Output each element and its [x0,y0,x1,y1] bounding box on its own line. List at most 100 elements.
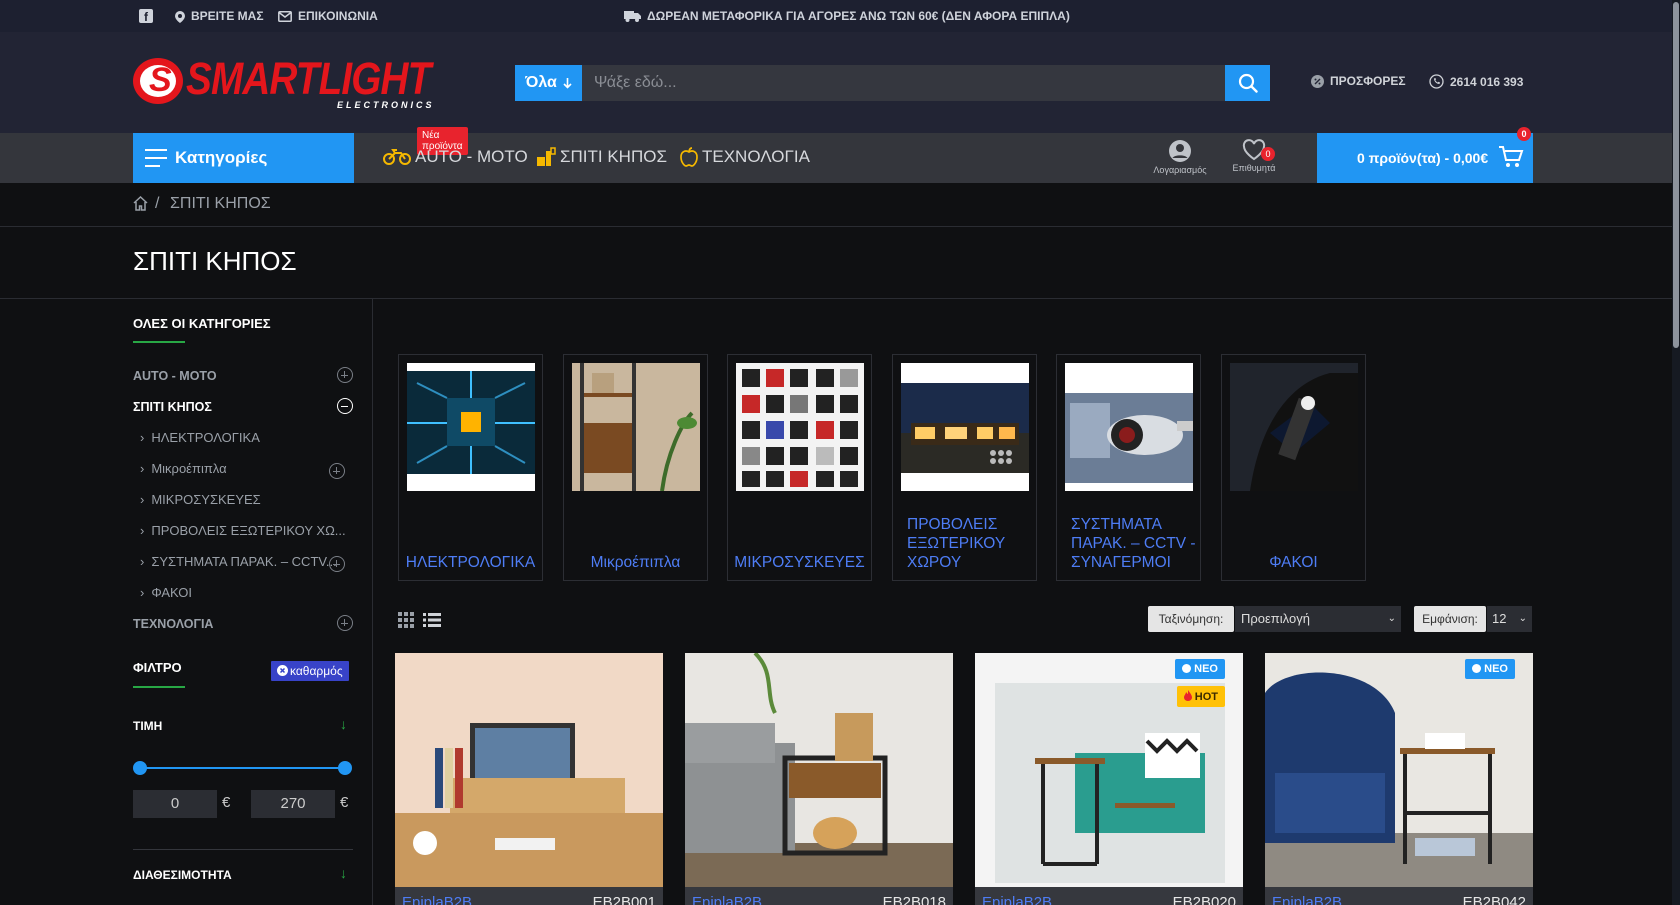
category-card-flashlights[interactable]: ΦΑΚΟΙ [1221,354,1366,581]
product-brand[interactable]: EpiplaB2B [1272,894,1342,905]
all-categories-heading: ΟΛΕΣ ΟΙ ΚΑΤΗΓΟΡΙΕΣ [133,316,271,331]
sidebar-sub-flashlights[interactable]: › ΦΑΚΟΙ [140,585,345,600]
list-view-icon[interactable] [423,612,441,628]
sidebar-item-technology[interactable]: ΤΕΧΝΟΛΟΓΙΑ [133,615,353,631]
envelope-icon [278,11,292,23]
nav-item-technology[interactable]: ΤΕΧΝΟΛΟΓΙΑ [680,147,810,167]
sidebar-sub-label: ΠΡΟΒΟΛΕΙΣ ΕΞΩΤΕΡΙΚΟΥ ΧΩ... [151,523,345,538]
category-label: ΣΥΣΤΗΜΑΤΑ ΠΑΡΑΚ. – CCTV - ΣΥΝΑΓΕΡΜΟΙ [1071,516,1196,571]
category-card-appliances[interactable]: ΜΙΚΡΟΣΥΣΚΕΥΕΣ [727,354,872,581]
product-card[interactable]: EpiplaB2B EB2B001 [395,653,663,905]
expand-icon[interactable] [337,615,353,631]
flame-icon [1183,690,1192,701]
product-footer: EpiplaB2B EB2B001 [395,887,663,905]
categories-label: Κατηγορίες [175,148,268,167]
nav-item-label: ΤΕΧΝΟΛΟΓΙΑ [702,147,810,166]
category-card-outdoor-lights[interactable]: ΠΡΟΒΟΛΕΙΣ ΕΞΩΤΕΡΙΚΟΥ ΧΩΡΟΥ [892,354,1037,581]
sidebar-sub-outdoor-lights[interactable]: › ΠΡΟΒΟΛΕΙΣ ΕΞΩΤΕΡΙΚΟΥ ΧΩ... [140,523,345,538]
truck-icon [624,11,641,23]
offers-link[interactable]: ΠΡΟΣΦΟΡΕΣ [1311,74,1406,88]
collapse-icon[interactable] [337,398,353,414]
sidebar-sub-label: ΜΙΚΡΟΣΥΣΚΕΥΕΣ [151,492,261,507]
nav-item-auto-moto[interactable]: AUTO - MOTO [383,147,528,167]
price-min-handle[interactable] [133,761,147,775]
sidebar-item-auto-moto[interactable]: AUTO - MOTO [133,367,353,383]
product-sku: EB2B042 [1462,894,1526,905]
product-card[interactable]: ΝΕΟ EpiplaB2B EB2B042 [1265,653,1533,905]
smartlight-logo[interactable]: SMARTLIGHT ELECTRONICS [133,53,443,116]
search-button[interactable] [1225,65,1270,101]
account-link[interactable]: Λογαριασμός [1145,139,1215,175]
logo-subtext: ELECTRONICS [337,100,435,110]
top-bar: ΒΡΕΙΤΕ ΜΑΣ ΕΠΙΚΟΙΝΩΝΙΑ ΔΩΡΕΑΝ ΜΕΤΑΦΟΡΙΚΑ… [0,0,1672,32]
sort-label: Ταξινόμηση: [1148,606,1234,632]
sort-select[interactable]: Προεπιλογή ⌄ [1235,606,1401,632]
show-count-select[interactable]: 12 ⌄ [1487,606,1532,632]
product-image [685,653,953,887]
offers-label: ΠΡΟΣΦΟΡΕΣ [1330,74,1406,88]
nav-item-label: ΣΠΙΤΙ ΚΗΠΟΣ [560,147,667,166]
nav-item-home-garden[interactable]: ΣΠΙΤΙ ΚΗΠΟΣ [536,147,667,167]
arrow-down-icon[interactable]: ↓ [340,865,347,881]
category-card-electrical[interactable]: ΗΛΕΚΤΡΟΛΟΓΙΚΑ [398,354,543,581]
arrow-down-icon[interactable]: ↓ [340,716,347,732]
sidebar-item-home-garden[interactable]: ΣΠΙΤΙ ΚΗΠΟΣ [133,398,353,414]
price-range-slider[interactable] [133,761,352,775]
product-image [395,653,663,887]
product-sku: EB2B020 [1172,894,1236,905]
category-image [1065,363,1193,491]
scrollbar-thumb[interactable] [1673,2,1679,348]
cart-count-badge: 0 [1517,127,1531,141]
location-pin-icon [175,10,185,23]
category-image [1230,363,1358,491]
price-min-input[interactable]: 0 [133,790,217,818]
product-sku: EB2B018 [882,894,946,905]
search-input[interactable] [582,65,1225,101]
category-card-cctv[interactable]: ΣΥΣΤΗΜΑΤΑ ΠΑΡΑΚ. – CCTV - ΣΥΝΑΓΕΡΜΟΙ [1056,354,1201,581]
page-scrollbar[interactable] [1672,0,1680,905]
sidebar-sub-small-furniture[interactable]: › Μικροέπιπλα [140,461,345,476]
product-footer: EpiplaB2B EB2B042 [1265,887,1533,905]
nav-item-label: AUTO - MOTO [415,147,528,166]
home-icon[interactable] [133,196,148,211]
currency-symbol: € [340,794,349,811]
cart-button[interactable]: 0 προϊόν(τα) - 0,00€ 0 [1317,127,1533,183]
contact-link[interactable]: ΕΠΙΚΟΙΝΩΝΙΑ [278,9,378,23]
product-brand[interactable]: EpiplaB2B [982,894,1052,905]
sidebar-sub-cctv[interactable]: › ΣΥΣΤΗΜΑΤΑ ΠΑΡΑΚ. – CCTV... [140,554,345,569]
price-max-handle[interactable] [338,761,352,775]
grid-view-icon[interactable] [398,612,414,628]
expand-icon[interactable] [329,463,345,479]
sidebar-sub-appliances[interactable]: › ΜΙΚΡΟΣΥΣΚΕΥΕΣ [140,492,345,507]
product-brand[interactable]: EpiplaB2B [692,894,762,905]
search-category-select[interactable]: Όλα [515,65,582,101]
category-card-small-furniture[interactable]: Μικροέπιπλα [563,354,708,581]
badge-label: ΝΕΟ [1194,663,1218,675]
phone-link[interactable]: 2614 016 393 [1429,74,1523,89]
product-image [1265,653,1533,887]
heading-underline [133,686,185,688]
product-brand[interactable]: EpiplaB2B [402,894,472,905]
price-max-input[interactable]: 270 [251,790,335,818]
clear-filters-button[interactable]: καθαρμός [271,661,349,681]
wishlist-link[interactable]: 0 Επιθυμητά [1219,139,1289,173]
product-card[interactable]: EpiplaB2B EB2B018 [685,653,953,905]
find-us-link[interactable]: ΒΡΕΙΤΕ ΜΑΣ [175,9,264,23]
product-card[interactable]: ΝΕΟ HOT EpiplaB2B EB2B020 [975,653,1243,905]
find-us-label: ΒΡΕΙΤΕ ΜΑΣ [191,9,264,23]
header: SMARTLIGHT ELECTRONICS Όλα ΠΡΟΣΦΟΡΕΣ 261… [0,32,1672,133]
heading-underline [133,341,185,343]
home-furniture-icon [537,147,556,166]
categories-menu-button[interactable]: Κατηγορίες Νέα προϊόντα [133,127,468,183]
badge-label: HOT [1194,691,1218,703]
expand-icon[interactable] [329,556,345,572]
account-label: Λογαριασμός [1153,165,1207,175]
facebook-icon[interactable] [139,9,153,24]
sidebar-sub-electrical[interactable]: › ΗΛΕΚΤΡΟΛΟΓΙΚΑ [140,430,345,445]
product-sku: EB2B001 [592,894,656,905]
expand-icon[interactable] [337,367,353,383]
free-shipping-promo: ΔΩΡΕΑΝ ΜΕΤΑΦΟΡΙΚΑ ΓΙΑ ΑΓΟΡΕΣ ΑΝΩ ΤΩΝ 60€… [624,9,1070,23]
product-footer: EpiplaB2B EB2B020 [975,887,1243,905]
sidebar-sub-label: ΦΑΚΟΙ [151,585,193,600]
wishlist-label: Επιθυμητά [1232,163,1276,173]
